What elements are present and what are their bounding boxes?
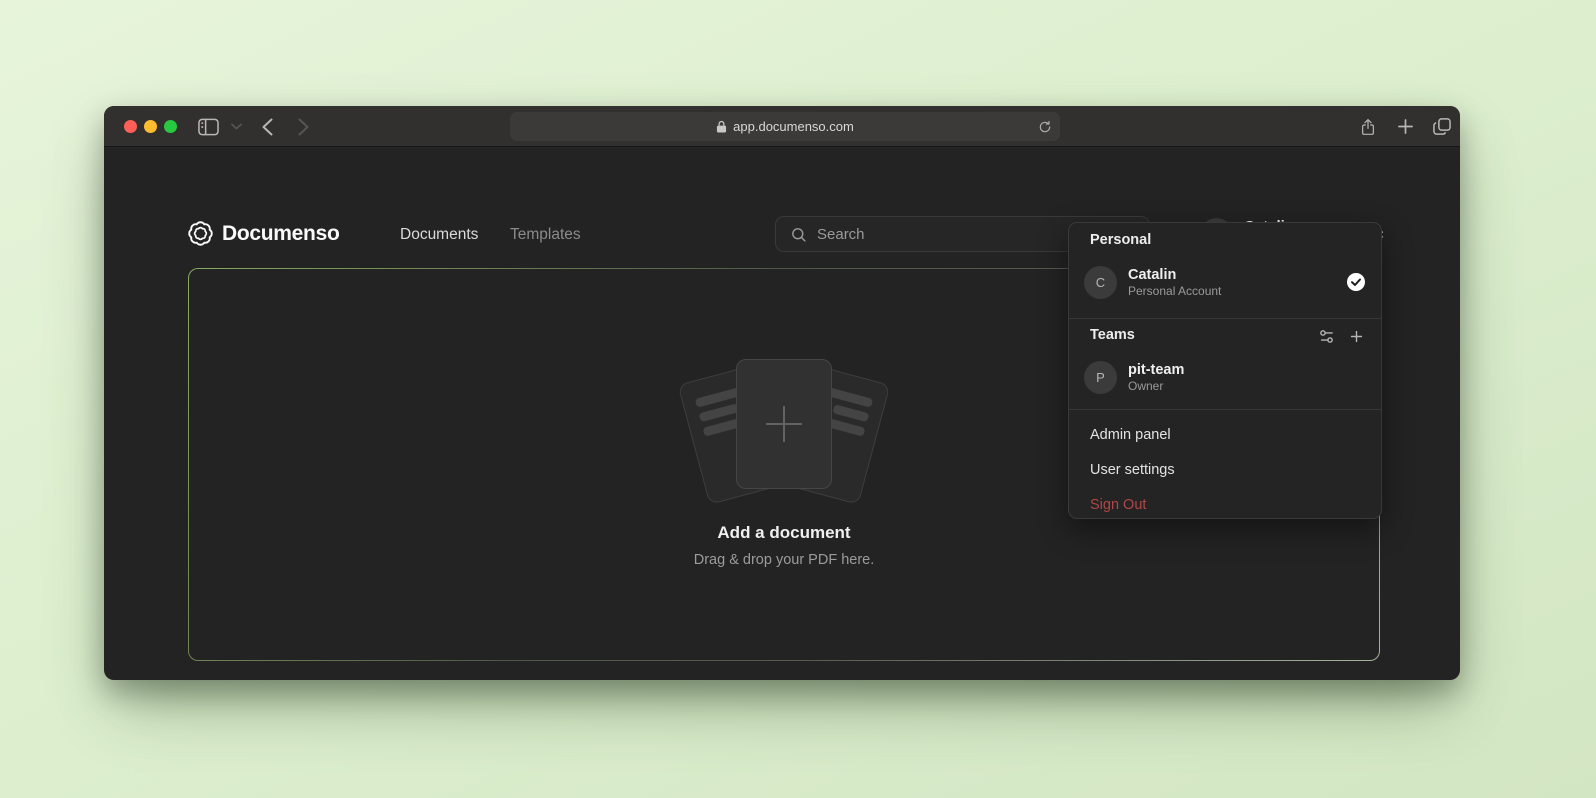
menu-item-admin-panel[interactable]: Admin panel	[1077, 419, 1373, 451]
team-role: Owner	[1128, 379, 1184, 394]
close-window-button[interactable]	[124, 120, 137, 133]
personal-account-item[interactable]: C Catalin Personal Account	[1077, 258, 1373, 306]
menu-item-sign-out[interactable]: Sign Out	[1077, 489, 1373, 521]
back-button[interactable]	[257, 106, 277, 147]
minimize-window-button[interactable]	[144, 120, 157, 133]
lock-icon	[716, 120, 727, 133]
address-bar[interactable]: app.documenso.com	[510, 112, 1060, 141]
zoom-window-button[interactable]	[164, 120, 177, 133]
account-dropdown-menu: Personal C Catalin Personal Account Team…	[1068, 222, 1382, 519]
tab-overview-icon[interactable]	[1431, 106, 1453, 147]
nav-templates[interactable]: Templates	[510, 226, 581, 244]
dropzone-title: Add a document	[189, 523, 1379, 543]
selected-check-icon	[1346, 272, 1366, 292]
teams-section-header: Teams	[1090, 327, 1135, 343]
team-name: pit-team	[1128, 361, 1184, 379]
reload-icon[interactable]	[1038, 120, 1052, 134]
documenso-logo-icon	[187, 220, 214, 247]
forward-button[interactable]	[293, 106, 313, 147]
menu-divider	[1069, 409, 1381, 410]
personal-section-header: Personal	[1090, 232, 1151, 248]
new-tab-icon[interactable]	[1395, 106, 1415, 147]
team-avatar: P	[1084, 361, 1117, 394]
create-team-plus-icon[interactable]	[1348, 328, 1365, 345]
menu-item-user-settings[interactable]: User settings	[1077, 454, 1373, 486]
add-plus-icon	[763, 403, 805, 445]
search-input[interactable]	[817, 226, 1094, 243]
menu-divider	[1069, 318, 1381, 319]
search-icon	[790, 226, 807, 243]
nav-documents[interactable]: Documents	[400, 226, 478, 244]
url-text: app.documenso.com	[733, 119, 854, 134]
document-stack-illustration	[674, 347, 894, 517]
personal-account-description: Personal Account	[1128, 284, 1221, 299]
document-card-center	[736, 359, 832, 489]
sidebar-toggle-icon[interactable]	[195, 106, 221, 147]
dropzone-subtitle: Drag & drop your PDF here.	[189, 552, 1379, 568]
team-item[interactable]: P pit-team Owner	[1077, 353, 1373, 401]
manage-teams-icon[interactable]	[1318, 328, 1335, 345]
browser-window: app.documenso.com	[104, 106, 1460, 680]
browser-titlebar: app.documenso.com	[104, 106, 1460, 147]
brand-name: Documenso	[222, 222, 340, 246]
personal-account-name: Catalin	[1128, 266, 1221, 284]
personal-account-avatar: C	[1084, 266, 1117, 299]
sidebar-options-chevron-icon[interactable]	[228, 106, 244, 147]
share-icon[interactable]	[1358, 106, 1378, 147]
